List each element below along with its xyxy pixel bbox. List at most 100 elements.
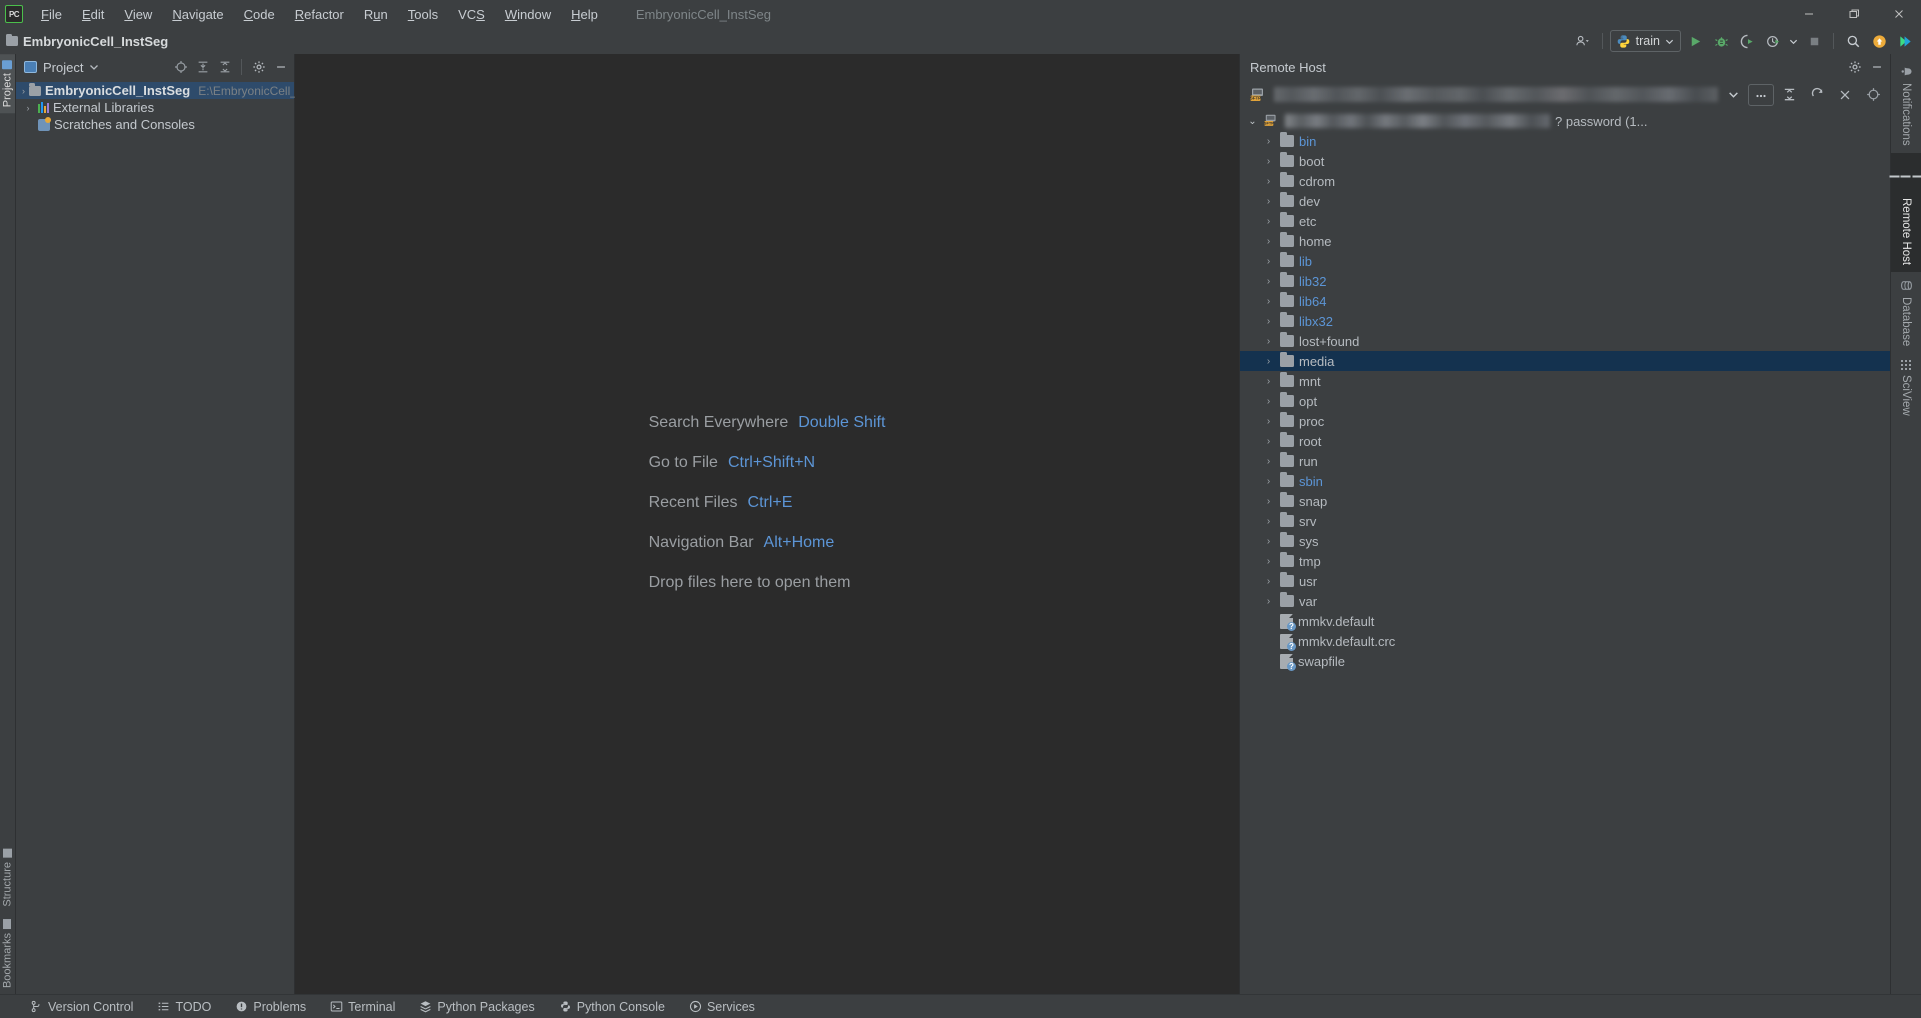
chevron-right-icon[interactable]: › [1262, 396, 1275, 407]
remote-tree-row-mmkv-default[interactable]: mmkv.default [1240, 611, 1890, 631]
remote-tree-row-boot[interactable]: › boot [1240, 151, 1890, 171]
refresh-icon[interactable] [1804, 84, 1830, 106]
run-configuration-selector[interactable]: train [1609, 30, 1681, 52]
menu-refactor[interactable]: Refactor [285, 3, 354, 26]
stop-button[interactable] [1802, 30, 1826, 52]
chevron-right-icon[interactable]: › [22, 103, 34, 113]
remote-tree-row-opt[interactable]: › opt [1240, 391, 1890, 411]
sidebar-item-bookmarks[interactable]: Bookmarks [0, 913, 15, 994]
menu-window[interactable]: Window [495, 3, 561, 26]
sidebar-item-notifications[interactable]: Notifications [1891, 58, 1921, 153]
menu-tools[interactable]: Tools [398, 3, 448, 26]
sidebar-item-sciview[interactable]: SciView [1891, 353, 1921, 423]
breadcrumb[interactable]: EmbryonicCell_InstSeg [6, 33, 168, 49]
sidebar-item-structure[interactable]: Structure [0, 843, 15, 913]
profile-button[interactable] [1761, 30, 1785, 52]
remote-tree-row-bin[interactable]: › bin [1240, 131, 1890, 151]
chevron-right-icon[interactable]: › [1262, 176, 1275, 187]
debug-button[interactable] [1709, 30, 1733, 52]
menu-help[interactable]: Help [561, 3, 608, 26]
chevron-right-icon[interactable]: › [1262, 436, 1275, 447]
chevron-right-icon[interactable]: › [1262, 276, 1275, 287]
remote-tree-row-lost-found[interactable]: › lost+found [1240, 331, 1890, 351]
chevron-right-icon[interactable]: › [1262, 236, 1275, 247]
menu-edit[interactable]: Edit [72, 3, 114, 26]
status-item-python-console[interactable]: Python Console [547, 998, 677, 1016]
project-tree-row-external-libraries[interactable]: › External Libraries [16, 99, 294, 116]
status-item-problems[interactable]: Problems [223, 998, 318, 1016]
remote-tree-root-row[interactable]: ⌄ SFTP ? password (1... [1240, 111, 1890, 131]
menu-vcs[interactable]: VCS [448, 3, 495, 26]
hide-panel-icon[interactable] [270, 57, 291, 77]
locate-icon[interactable] [1860, 84, 1886, 106]
chevron-right-icon[interactable]: › [1262, 316, 1275, 327]
remote-tree-row-dev[interactable]: › dev [1240, 191, 1890, 211]
search-icon[interactable] [1841, 30, 1865, 52]
sidebar-item-project[interactable]: Project [0, 54, 15, 114]
remote-tree-row-usr[interactable]: › usr [1240, 571, 1890, 591]
chevron-right-icon[interactable]: › [1262, 416, 1275, 427]
chevron-right-icon[interactable]: › [1262, 536, 1275, 547]
remote-tree-row-cdrom[interactable]: › cdrom [1240, 171, 1890, 191]
chevron-right-icon[interactable]: › [1262, 476, 1275, 487]
hide-panel-icon[interactable] [1866, 57, 1887, 77]
sidebar-item-database[interactable]: Database [1891, 272, 1921, 353]
browse-ellipsis-icon[interactable] [1748, 83, 1774, 106]
chevron-right-icon[interactable]: › [1262, 156, 1275, 167]
pycharm-pro-icon[interactable] [1893, 30, 1917, 52]
menu-navigate[interactable]: Navigate [162, 3, 233, 26]
remote-tree-row-mmkv-default-crc[interactable]: mmkv.default.crc [1240, 631, 1890, 651]
settings-sync-icon[interactable] [1571, 30, 1595, 52]
chevron-right-icon[interactable]: › [1262, 556, 1275, 567]
close-icon[interactable] [1876, 0, 1921, 28]
status-item-todo[interactable]: TODO [145, 998, 223, 1016]
chevron-right-icon[interactable]: › [1262, 356, 1275, 367]
remote-tree-row-lib[interactable]: › lib [1240, 251, 1890, 271]
remote-host-selector[interactable]: SFTP [1248, 84, 1718, 106]
chevron-right-icon[interactable]: › [1262, 596, 1275, 607]
settings-gear-icon[interactable] [248, 57, 269, 77]
select-opened-file-icon[interactable] [170, 57, 191, 77]
project-tree-row-embryoniccell[interactable]: › EmbryonicCell_InstSeg E:\EmbryonicCell… [16, 82, 338, 99]
menu-run[interactable]: Run [354, 3, 398, 26]
remote-tree-row-mnt[interactable]: › mnt [1240, 371, 1890, 391]
project-tree-row-scratches[interactable]: Scratches and Consoles [16, 116, 294, 133]
minimize-icon[interactable] [1786, 0, 1831, 28]
menu-code[interactable]: Code [234, 3, 285, 26]
remote-tree-row-lib32[interactable]: › lib32 [1240, 271, 1890, 291]
status-item-version-control[interactable]: Version Control [18, 998, 145, 1016]
chevron-right-icon[interactable]: › [22, 86, 25, 96]
remote-tree-row-media[interactable]: › media [1240, 351, 1890, 371]
expand-all-icon[interactable] [192, 57, 213, 77]
remote-tree-row-lib64[interactable]: › lib64 [1240, 291, 1890, 311]
status-item-terminal[interactable]: Terminal [318, 998, 407, 1016]
remote-tree-row-swapfile[interactable]: swapfile [1240, 651, 1890, 671]
collapse-all-icon[interactable] [1776, 84, 1802, 106]
run-coverage-button[interactable] [1735, 30, 1759, 52]
remote-tree-row-tmp[interactable]: › tmp [1240, 551, 1890, 571]
chevron-right-icon[interactable]: › [1262, 216, 1275, 227]
update-project-icon[interactable] [1867, 30, 1891, 52]
settings-gear-icon[interactable] [1844, 57, 1865, 77]
chevron-right-icon[interactable]: › [1262, 136, 1275, 147]
status-item-python-packages[interactable]: Python Packages [407, 998, 546, 1016]
remote-tree-row-var[interactable]: › var [1240, 591, 1890, 611]
remote-tree-row-sys[interactable]: › sys [1240, 531, 1890, 551]
chevron-right-icon[interactable]: › [1262, 456, 1275, 467]
chevron-right-icon[interactable]: › [1262, 256, 1275, 267]
chevron-down-icon[interactable] [89, 62, 99, 72]
remote-tree-row-libx32[interactable]: › libx32 [1240, 311, 1890, 331]
remote-tree-row-etc[interactable]: › etc [1240, 211, 1890, 231]
run-button[interactable] [1683, 30, 1707, 52]
remote-tree-row-home[interactable]: › home [1240, 231, 1890, 251]
chevron-right-icon[interactable]: › [1262, 576, 1275, 587]
profile-dropdown-icon[interactable] [1787, 30, 1800, 52]
close-icon[interactable] [1832, 84, 1858, 106]
chevron-right-icon[interactable]: › [1262, 496, 1275, 507]
status-item-services[interactable]: Services [677, 998, 767, 1016]
chevron-right-icon[interactable]: › [1262, 196, 1275, 207]
chevron-right-icon[interactable]: › [1262, 336, 1275, 347]
remote-tree-row-srv[interactable]: › srv [1240, 511, 1890, 531]
sidebar-item-remote-host[interactable]: Remote Host [1889, 152, 1921, 272]
restore-icon[interactable] [1831, 0, 1876, 28]
